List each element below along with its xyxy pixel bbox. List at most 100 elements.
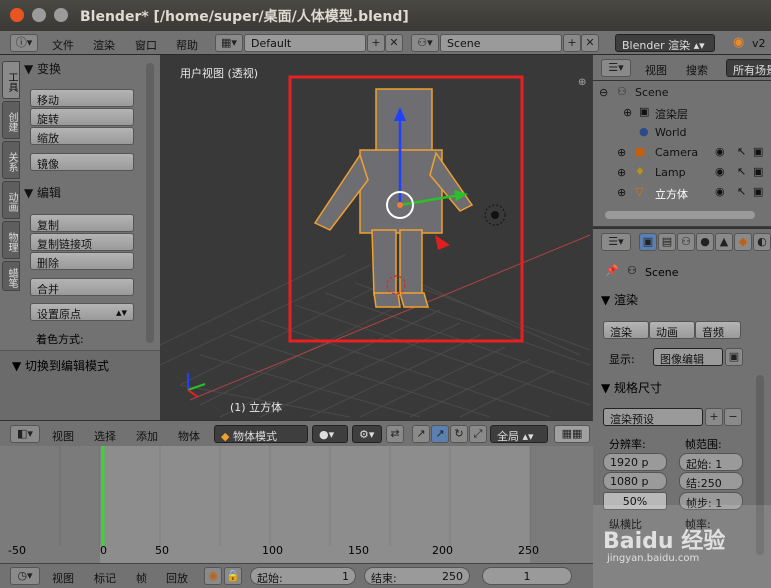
- 3d-viewport[interactable]: 用户视图 (透视) (1) 立方体 ⊕: [160, 55, 592, 420]
- record-icon[interactable]: ◉: [204, 567, 222, 585]
- editor-type-info-icon[interactable]: ⓘ▾: [10, 34, 38, 52]
- outliner-row-world[interactable]: ● World: [593, 123, 771, 143]
- join-button[interactable]: 合并: [30, 278, 134, 296]
- tab-grease-pencil[interactable]: 蜡笔: [2, 261, 20, 291]
- render-camera-icon[interactable]: ▣: [753, 165, 763, 178]
- cursor-icon[interactable]: ↖: [737, 185, 746, 198]
- current-frame-field[interactable]: 1: [482, 567, 572, 585]
- menu-window[interactable]: 窗口: [135, 37, 157, 53]
- manipulator-toggle-icon[interactable]: ⇄: [386, 425, 404, 443]
- remove-screen-icon[interactable]: ✕: [385, 34, 403, 52]
- minimize-window-button[interactable]: [32, 8, 46, 22]
- move-button[interactable]: 移动: [30, 89, 134, 107]
- menu-select[interactable]: 选择: [94, 428, 116, 444]
- viewport-corner-icon[interactable]: ⊕: [578, 77, 586, 88]
- mirror-button[interactable]: 镜像: [30, 153, 134, 171]
- scene-icon[interactable]: ⚇▾: [411, 34, 439, 52]
- add-scene-icon[interactable]: +: [563, 34, 581, 52]
- screen-layout-icon[interactable]: ▦▾: [215, 34, 243, 52]
- outliner-menu-view[interactable]: 视图: [645, 62, 667, 78]
- menu-add[interactable]: 添加: [136, 428, 158, 444]
- end-frame-field[interactable]: 结束: 250: [364, 567, 470, 585]
- dimensions-panel-header[interactable]: ▼ 规格尺寸: [601, 379, 662, 396]
- render-button[interactable]: 渲染: [603, 321, 649, 339]
- world-tab-icon[interactable]: ●: [696, 233, 714, 251]
- expand-icon[interactable]: ⊕: [617, 186, 626, 199]
- duplicate-linked-button[interactable]: 复制链接项: [30, 233, 134, 251]
- outliner-filter-select[interactable]: 所有场景: [726, 59, 771, 77]
- render-tab-icon[interactable]: ▣: [639, 233, 657, 251]
- tab-create[interactable]: 创建: [2, 101, 20, 139]
- render-layers-tab-icon[interactable]: ▤: [658, 233, 676, 251]
- frame-end-field[interactable]: 结:250: [679, 472, 743, 490]
- resolution-y-field[interactable]: 1080 p: [603, 472, 667, 490]
- add-screen-icon[interactable]: +: [367, 34, 385, 52]
- render-panel-header[interactable]: ▼ 渲染: [601, 291, 638, 308]
- rotate-icon[interactable]: ↻: [450, 425, 468, 443]
- lock-icon[interactable]: ▣: [725, 348, 743, 366]
- outliner-row-render-layers[interactable]: ⊕ ▣ 渲染层: [593, 103, 771, 123]
- animation-button[interactable]: 动画: [649, 321, 695, 339]
- maximize-window-button[interactable]: [54, 8, 68, 22]
- lock-icon[interactable]: 🔒: [224, 567, 242, 585]
- remove-scene-icon[interactable]: ✕: [581, 34, 599, 52]
- remove-preset-icon[interactable]: −: [724, 408, 742, 426]
- object-tab-icon[interactable]: ▲: [715, 233, 733, 251]
- render-camera-icon[interactable]: ▣: [753, 145, 763, 158]
- orientation-select[interactable]: 全局 ▴▾: [490, 425, 548, 443]
- duplicate-button[interactable]: 复制: [30, 214, 134, 232]
- expand-icon[interactable]: ⊖: [599, 86, 608, 99]
- edit-panel-header[interactable]: ▼ 编辑: [24, 184, 142, 201]
- outliner-row-lamp[interactable]: ⊕ ♦ Lamp ◉ ↖ ▣: [593, 163, 771, 183]
- shading-select[interactable]: ●▾: [312, 425, 348, 443]
- cursor-icon[interactable]: ↖: [737, 165, 746, 178]
- outliner-row-scene[interactable]: ⊖ ⚇ Scene: [593, 83, 771, 103]
- tool-shelf-scrollbar[interactable]: [146, 63, 154, 343]
- timeline[interactable]: -50 0 50 100 150 200 250: [0, 446, 593, 563]
- screen-layout-field[interactable]: Default: [244, 34, 366, 52]
- start-frame-field[interactable]: 起始: 1: [250, 567, 356, 585]
- tab-relations[interactable]: 关系: [2, 141, 20, 179]
- outliner-editor-icon[interactable]: ☰▾: [601, 59, 631, 77]
- timeline-menu-view[interactable]: 视图: [52, 570, 74, 586]
- render-camera-icon[interactable]: ▣: [753, 185, 763, 198]
- delete-button[interactable]: 删除: [30, 252, 134, 270]
- expand-icon[interactable]: ⊕: [617, 146, 626, 159]
- timeline-menu-frame[interactable]: 帧: [136, 570, 147, 586]
- translate-icon[interactable]: ↗: [412, 425, 430, 443]
- cursor-icon[interactable]: ↖: [737, 145, 746, 158]
- outliner-scrollbar[interactable]: [605, 211, 755, 219]
- eye-icon[interactable]: ◉: [715, 185, 725, 198]
- 3d-view-editor-icon[interactable]: ◧▾: [10, 425, 40, 443]
- outliner-row-cube[interactable]: ⊕ ▽ 立方体 ◉ ↖ ▣: [593, 183, 771, 203]
- audio-button[interactable]: 音频: [695, 321, 741, 339]
- material-tab-icon[interactable]: ◐: [753, 233, 771, 251]
- menu-file[interactable]: 文件: [52, 37, 74, 53]
- pivot-select[interactable]: ⚙▾: [352, 425, 382, 443]
- scene-tab-icon[interactable]: ⚇: [677, 233, 695, 251]
- outliner-row-camera[interactable]: ⊕ ■ Camera ◉ ↖ ▣: [593, 143, 771, 163]
- layers-grid-icon[interactable]: ▦▦: [554, 425, 590, 443]
- outliner-menu-search[interactable]: 搜索: [686, 62, 708, 78]
- render-preset-select[interactable]: 渲染预设: [603, 408, 703, 426]
- expand-icon[interactable]: ⊕: [617, 166, 626, 179]
- close-window-button[interactable]: [10, 8, 24, 22]
- rotate-button[interactable]: 旋转: [30, 108, 134, 126]
- frame-start-field[interactable]: 起始: 1: [679, 453, 743, 471]
- active-translate-icon[interactable]: ↗: [431, 425, 449, 443]
- properties-editor-icon[interactable]: ☰▾: [601, 233, 631, 251]
- object-data-tab-icon[interactable]: ◆: [734, 233, 752, 251]
- timeline-menu-marker[interactable]: 标记: [94, 570, 116, 586]
- menu-render[interactable]: 渲染: [93, 37, 115, 53]
- menu-help[interactable]: 帮助: [176, 37, 198, 53]
- tab-physics[interactable]: 物理: [2, 221, 20, 259]
- add-preset-icon[interactable]: +: [705, 408, 723, 426]
- render-engine-select[interactable]: Blender 渲染 ▴▾: [615, 34, 715, 52]
- tab-animation[interactable]: 动画: [2, 181, 20, 219]
- resolution-x-field[interactable]: 1920 p: [603, 453, 667, 471]
- eye-icon[interactable]: ◉: [715, 165, 725, 178]
- tab-tools[interactable]: 工具: [2, 61, 20, 99]
- timeline-editor-icon[interactable]: ◷▾: [10, 567, 40, 585]
- menu-object[interactable]: 物体: [178, 428, 200, 444]
- pin-icon[interactable]: 📌: [605, 264, 619, 277]
